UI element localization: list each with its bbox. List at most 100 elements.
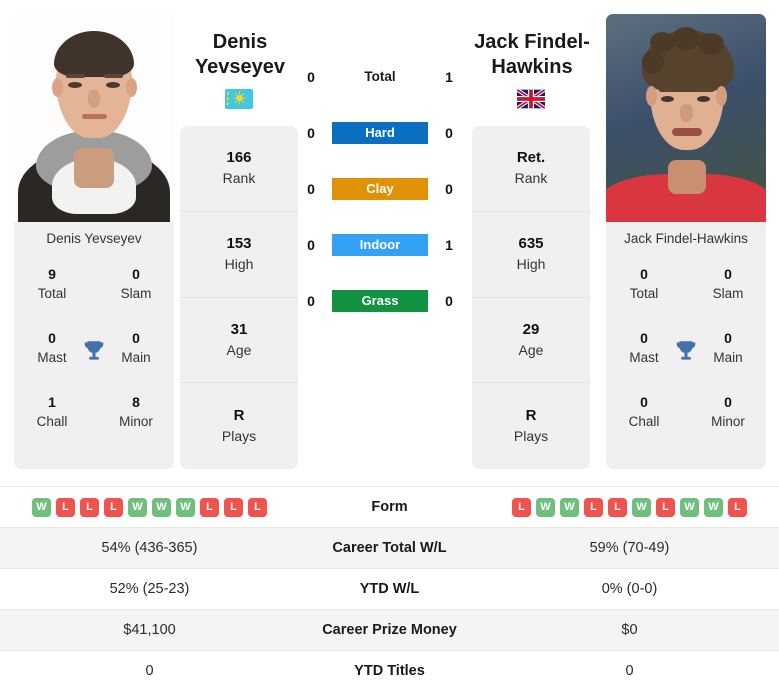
value-left: 0	[145, 663, 154, 679]
value: 31	[230, 320, 248, 338]
h2h-label-hard[interactable]: Hard	[332, 122, 428, 144]
form-badge-l: L	[56, 497, 75, 517]
row-label: YTD Titles	[354, 663, 425, 679]
titles-mast-right: 0 Mast	[616, 328, 672, 367]
table-row-ytd-titles: 0 YTD Titles 0	[0, 650, 779, 691]
h2h-left-score: 0	[307, 181, 315, 197]
stat-age-left: 31 Age	[180, 298, 298, 384]
value-right: 0% (0-0)	[601, 581, 658, 597]
titles-row: 9 Total 0 Slam	[24, 264, 164, 328]
form-badge-l: L	[512, 497, 531, 517]
form-badge-w: W	[560, 497, 579, 517]
h2h-left-score: 0	[307, 125, 315, 141]
table-row-career-prize-money: $41,100 Career Prize Money $0	[0, 609, 779, 650]
stat-column-right: Ret. Rank 635 High 29 Age R Plays	[472, 126, 590, 469]
form-badge-w: W	[32, 497, 51, 517]
value: 29	[522, 320, 540, 338]
form-badge-l: L	[224, 497, 243, 517]
row-label: YTD W/L	[359, 581, 420, 597]
h2h-label-indoor[interactable]: Indoor	[332, 234, 428, 256]
h2h-left-score: 0	[307, 237, 315, 253]
form-badge-l: L	[248, 497, 267, 517]
player-headline-line1: Denis	[212, 31, 268, 53]
label: Slam	[120, 286, 152, 301]
player-card-right[interactable]: Jack Findel-Hawkins 0 Total 0 Slam 0 Mas…	[606, 14, 766, 469]
h2h-row-total: 0 Total 1	[300, 66, 460, 88]
h2h-right-score: 1	[445, 69, 453, 85]
player-name-label-right: Jack Findel-Hawkins	[606, 222, 766, 256]
player-name-label-left: Denis Yevseyev	[14, 222, 174, 256]
value-right: 0	[625, 663, 634, 679]
value-right: $0	[621, 622, 638, 638]
form-badge-l: L	[656, 497, 675, 517]
titles-slam-right: 0 Slam	[700, 264, 756, 303]
h2h-row-clay: 0 Clay 0	[300, 178, 460, 200]
form-badge-w: W	[704, 497, 723, 517]
titles-row: 0 Mast 0 Main	[24, 328, 164, 392]
value: 153	[226, 235, 252, 253]
label: Plays	[221, 428, 257, 445]
value-left: 54% (436-365)	[101, 540, 198, 556]
titles-mast-left: 0 Mast	[24, 328, 80, 367]
label: Age	[518, 341, 544, 358]
stat-rank-right: Ret. Rank	[472, 126, 590, 212]
value: 0	[640, 266, 648, 282]
value: R	[525, 407, 537, 425]
value-left: 52% (25-23)	[109, 581, 190, 597]
player-card-left[interactable]: Denis Yevseyev 9 Total 0 Slam 0 Mast 0 M…	[14, 14, 174, 469]
form-badge-l: L	[200, 497, 219, 517]
player-headline-line1: Jack Findel-	[474, 31, 590, 53]
value: 166	[226, 149, 252, 167]
form-badge-w: W	[128, 497, 147, 517]
titles-main-left: 0 Main	[108, 328, 164, 367]
player-photo-left	[14, 14, 174, 222]
h2h-right-score: 0	[445, 293, 453, 309]
form-badge-w: W	[632, 497, 651, 517]
form-badge-w: W	[536, 497, 555, 517]
comparison-header: Denis Yevseyev 9 Total 0 Slam 0 Mast 0 M…	[0, 0, 779, 478]
form-badge-l: L	[584, 497, 603, 517]
label: Chall	[36, 414, 68, 429]
form-badge-l: L	[728, 497, 747, 517]
row-label-form: Form	[371, 499, 408, 515]
h2h-label-grass[interactable]: Grass	[332, 290, 428, 312]
value: 0	[132, 266, 140, 282]
label: Chall	[628, 414, 660, 429]
form-badge-l: L	[104, 497, 123, 517]
value: 1	[48, 394, 56, 410]
table-row-career-total-wl: 54% (436-365) Career Total W/L 59% (70-4…	[0, 527, 779, 568]
player-headline-right[interactable]: Jack Findel- Hawkins	[444, 30, 620, 80]
titles-row: 1 Chall 8 Minor	[24, 392, 164, 456]
form-left: WLLLWWWLLL	[0, 497, 299, 517]
stat-high-left: 153 High	[180, 212, 298, 298]
h2h-label-clay[interactable]: Clay	[332, 178, 428, 200]
stat-plays-right: R Plays	[472, 383, 590, 469]
value: 0	[640, 394, 648, 410]
titles-total-right: 0 Total	[616, 264, 672, 303]
value: 635	[518, 235, 544, 253]
titles-row: 0 Total 0 Slam	[616, 264, 756, 328]
titles-chall-right: 0 Chall	[616, 392, 672, 431]
player-headline-line2: Hawkins	[491, 56, 573, 78]
form-badge-w: W	[680, 497, 699, 517]
label: Total	[37, 286, 67, 301]
label: Slam	[712, 286, 744, 301]
stat-rank-left: 166 Rank	[180, 126, 298, 212]
label: Main	[713, 350, 743, 365]
titles-minor-right: 0 Minor	[700, 392, 756, 431]
value: 0	[724, 330, 732, 346]
value: 0	[724, 266, 732, 282]
table-row-ytd-wl: 52% (25-23) YTD W/L 0% (0-0)	[0, 568, 779, 609]
player-photo-right	[606, 14, 766, 222]
h2h-right-score: 0	[445, 125, 453, 141]
label: Rank	[222, 170, 256, 187]
titles-row: 0 Chall 0 Minor	[616, 392, 756, 456]
value: Ret.	[516, 149, 546, 167]
label: Plays	[513, 428, 549, 445]
form-badge-w: W	[176, 497, 195, 517]
value: 0	[48, 330, 56, 346]
h2h-right-score: 0	[445, 181, 453, 197]
label: Age	[226, 341, 252, 358]
titles-minor-left: 8 Minor	[108, 392, 164, 431]
table-row-form: WLLLWWWLLL Form LWWLLWLWWL	[0, 486, 779, 527]
